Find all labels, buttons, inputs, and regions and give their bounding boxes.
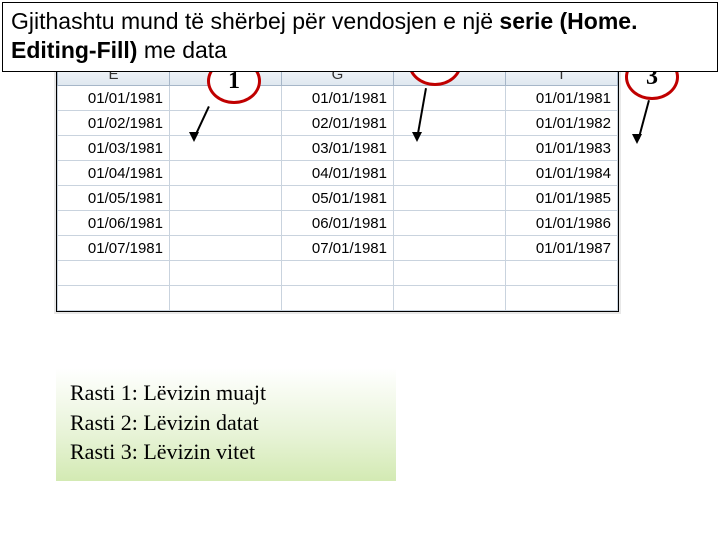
cell[interactable]: 01/01/1987 — [506, 236, 618, 261]
cell[interactable] — [282, 261, 394, 286]
cell[interactable] — [394, 286, 506, 311]
table-row: 01/02/1981 02/01/1981 01/01/1982 — [58, 111, 618, 136]
cell[interactable] — [170, 236, 282, 261]
cell[interactable]: 01/01/1982 — [506, 111, 618, 136]
cell[interactable]: 01/01/1986 — [506, 211, 618, 236]
arrow-2-head-icon — [412, 132, 422, 142]
cell[interactable]: 01/05/1981 — [58, 186, 170, 211]
title-callout: Gjithashtu mund të shërbej për vendosjen… — [2, 2, 718, 72]
cell[interactable]: 01/01/1983 — [506, 136, 618, 161]
table-row — [58, 261, 618, 286]
arrow-1-head-icon — [189, 132, 199, 142]
legend-line-2: Rasti 2: Lëvizin datat — [70, 408, 382, 438]
cell[interactable]: 04/01/1981 — [282, 161, 394, 186]
table-row: 01/07/1981 07/01/1981 01/01/1987 — [58, 236, 618, 261]
legend-line-3: Rasti 3: Lëvizin vitet — [70, 437, 382, 467]
cell[interactable] — [170, 286, 282, 311]
legend-line-1: Rasti 1: Lëvizin muajt — [70, 378, 382, 408]
title-bold-1: serie (Home. — [499, 8, 637, 34]
spreadsheet-grid: E F G H I 01/01/198101/01/198101/01/1981… — [56, 62, 619, 312]
cell[interactable] — [394, 111, 506, 136]
cell[interactable]: 01/01/1981 — [282, 86, 394, 111]
title-bold-2: Editing-Fill) — [11, 37, 137, 63]
cell[interactable] — [506, 286, 618, 311]
cell[interactable]: 03/01/1981 — [282, 136, 394, 161]
cell[interactable] — [170, 111, 282, 136]
cell[interactable]: 01/01/1984 — [506, 161, 618, 186]
cell[interactable] — [394, 161, 506, 186]
cell[interactable]: 02/01/1981 — [282, 111, 394, 136]
cell[interactable] — [58, 286, 170, 311]
legend-box: Rasti 1: Lëvizin muajt Rasti 2: Lëvizin … — [56, 368, 396, 481]
table-row: 01/06/1981 06/01/1981 01/01/1986 — [58, 211, 618, 236]
cell[interactable] — [170, 186, 282, 211]
title-text-post: me data — [137, 37, 227, 63]
cell[interactable] — [170, 211, 282, 236]
cell[interactable]: 01/03/1981 — [58, 136, 170, 161]
step-number: 1 — [228, 68, 240, 95]
title-text-pre: Gjithashtu mund të shërbej për vendosjen… — [11, 8, 499, 34]
cell[interactable] — [170, 161, 282, 186]
table-row — [58, 286, 618, 311]
cell[interactable]: 01/01/1981 — [506, 86, 618, 111]
cell[interactable]: 01/01/1985 — [506, 186, 618, 211]
cell[interactable]: 01/07/1981 — [58, 236, 170, 261]
cell[interactable] — [170, 136, 282, 161]
table-row: 01/03/1981 03/01/1981 01/01/1983 — [58, 136, 618, 161]
table-row: 01/01/1981 01/01/1981 01/01/1981 — [58, 86, 618, 111]
cell[interactable]: 01/02/1981 — [58, 111, 170, 136]
cell[interactable] — [506, 261, 618, 286]
cell[interactable]: 01/01/1981 — [58, 86, 170, 111]
cell[interactable] — [58, 261, 170, 286]
table-row: 01/04/1981 04/01/1981 01/01/1984 — [58, 161, 618, 186]
cell[interactable]: 07/01/1981 — [282, 236, 394, 261]
cell[interactable] — [394, 211, 506, 236]
cell[interactable] — [394, 186, 506, 211]
cell[interactable]: 01/04/1981 — [58, 161, 170, 186]
cell[interactable]: 05/01/1981 — [282, 186, 394, 211]
arrow-3-head-icon — [632, 134, 642, 144]
cell[interactable] — [394, 261, 506, 286]
cell[interactable] — [394, 136, 506, 161]
cell[interactable]: 06/01/1981 — [282, 211, 394, 236]
cell[interactable]: 01/06/1981 — [58, 211, 170, 236]
cell[interactable] — [282, 286, 394, 311]
cell[interactable] — [394, 236, 506, 261]
cell[interactable] — [394, 86, 506, 111]
cell[interactable] — [170, 261, 282, 286]
table-row: 01/05/1981 05/01/1981 01/01/1985 — [58, 186, 618, 211]
